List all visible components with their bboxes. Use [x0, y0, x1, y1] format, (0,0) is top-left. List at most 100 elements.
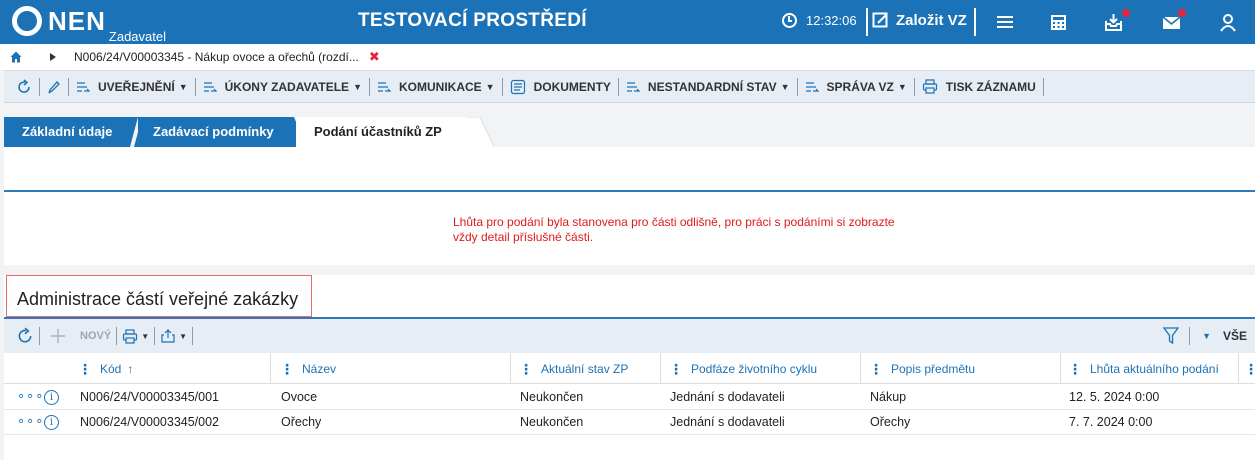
mail-badge: [1178, 9, 1186, 17]
column-label: Popis předmětu: [891, 361, 976, 376]
column-separator: [270, 353, 271, 384]
caret-down-icon[interactable]: ▼: [1202, 331, 1211, 341]
column-header-popis[interactable]: ⋮ Popis předmětu: [869, 353, 975, 384]
column-menu-icon[interactable]: ⋮: [1244, 362, 1255, 376]
cell-podfaze: Jednání s dodavateli: [670, 390, 785, 404]
column-header-lhuta[interactable]: ⋮ Lhůta aktuálního podání: [1068, 353, 1219, 384]
parts-administration-section: Administrace částí veřejné zakázky NOVÝ …: [4, 275, 1255, 460]
refresh-icon: [18, 78, 30, 93]
nen-logo[interactable]: NEN Zadavatel: [12, 6, 166, 44]
tab-label: Podání účastníků ZP: [314, 124, 442, 139]
header-divider: [974, 8, 976, 36]
toolbar-ukony-zadavatele[interactable]: ÚKONY ZADAVATELE ▼: [196, 71, 369, 102]
tab-label: Základní údaje: [22, 124, 113, 139]
sort-asc-icon: ↑: [127, 361, 134, 376]
caret-down-icon: ▼: [178, 81, 188, 92]
calculator-icon[interactable]: [1048, 12, 1070, 32]
table-row[interactable]: ∘∘∘ i N006/24/V00003345/001 Ovoce Neukon…: [4, 385, 1255, 410]
home-icon[interactable]: [10, 51, 22, 63]
menu-icon[interactable]: [995, 12, 1017, 32]
info-icon[interactable]: i: [44, 390, 59, 405]
column-menu-icon[interactable]: ⋮: [669, 362, 683, 376]
tab-podani-ucastniku[interactable]: Podání účastníků ZP: [296, 117, 466, 147]
column-menu-icon[interactable]: ⋮: [280, 362, 294, 376]
tab-label: Zadávací podmínky: [153, 124, 274, 139]
column-header-nazev[interactable]: ⋮ Název: [280, 353, 336, 384]
toolbar-sprava-vz[interactable]: SPRÁVA VZ ▼: [798, 71, 914, 102]
list-action-icon: [377, 81, 391, 92]
list-action-icon: [77, 81, 90, 92]
column-menu-icon[interactable]: ⋮: [1068, 362, 1082, 376]
new-button[interactable]: NOVÝ: [40, 328, 116, 344]
info-icon[interactable]: i: [44, 415, 59, 430]
column-separator: [860, 353, 861, 384]
toolbar-dokumenty[interactable]: DOKUMENTY: [503, 71, 618, 102]
toolbar-nestandardni-stav[interactable]: NESTANDARDNÍ STAV ▼: [619, 71, 797, 102]
filter-all-label[interactable]: VŠE: [1223, 329, 1247, 343]
toolbar-komunikace[interactable]: KOMUNIKACE ▼: [370, 71, 502, 102]
user-icon[interactable]: [1217, 12, 1239, 32]
panel-divider: [4, 190, 1255, 192]
nen-logo-icon: [12, 6, 42, 36]
list-action-icon: [805, 81, 819, 92]
breadcrumb-item[interactable]: N006/24/V00003345 - Nákup ovoce a ořechů…: [74, 50, 359, 64]
column-separator: [660, 353, 661, 384]
tab-edge: [466, 117, 494, 147]
column-menu-icon[interactable]: ⋮: [869, 362, 883, 376]
toolbar-label: NESTANDARDNÍ STAV: [647, 79, 777, 94]
header-divider: [866, 8, 868, 36]
column-label: Aktuální stav ZP: [541, 361, 629, 376]
filter-icon[interactable]: [1163, 327, 1180, 345]
column-separator: [1060, 353, 1061, 384]
tab-edge: [134, 117, 142, 147]
caret-down-icon: ▼: [485, 81, 495, 92]
table-row[interactable]: ∘∘∘ i N006/24/V00003345/002 Ořechy Neuko…: [4, 410, 1255, 435]
column-header-stav[interactable]: ⋮ Aktuální stav ZP: [519, 353, 628, 384]
list-action-icon: [203, 81, 217, 92]
cell-nazev: Ovoce: [281, 390, 318, 404]
edit-button[interactable]: [40, 71, 68, 102]
toolbar-label: SPRÁVA VZ: [826, 79, 894, 94]
cell-lhuta: 12. 5. 2024 0:00: [1069, 390, 1160, 404]
close-breadcrumb-icon[interactable]: ✖: [369, 49, 380, 65]
column-menu-icon[interactable]: ⋮: [78, 362, 92, 376]
grid-export-button[interactable]: ▼: [155, 328, 192, 344]
caret-down-icon: ▼: [353, 81, 362, 92]
column-label: Kód: [100, 361, 122, 376]
logo-text: NEN: [48, 6, 106, 36]
grid-print-button[interactable]: ▼: [117, 328, 154, 344]
tab-zadavaci-podminky[interactable]: Zadávací podmínky: [138, 117, 294, 147]
tab-bar: Základní údaje Zadávací podmínky Podání …: [4, 117, 1255, 147]
row-actions-icon[interactable]: ∘∘∘: [17, 410, 44, 432]
notification-badge: [1122, 9, 1130, 17]
clock-icon: [782, 13, 797, 28]
cell-kod: N006/24/V00003345/002: [80, 415, 220, 429]
toolbar-divider: [1042, 77, 1044, 96]
create-vz-button[interactable]: Založit VZ: [872, 11, 967, 29]
row-actions-icon[interactable]: ∘∘∘: [17, 385, 44, 407]
toolbar-tisk-zaznamu[interactable]: TISK ZÁZNAMU: [915, 71, 1043, 102]
toolbar-label: DOKUMENTY: [533, 79, 611, 94]
section-title: Administrace částí veřejné zakázky: [6, 275, 312, 317]
caret-down-icon: ▼: [780, 81, 790, 92]
column-header-podfaze[interactable]: ⋮ Podfáze životního cyklu: [669, 353, 817, 384]
cell-lhuta: 7. 7. 2024 0:00: [1069, 415, 1153, 429]
pencil-icon: [48, 80, 60, 93]
list-action-icon: [626, 81, 640, 92]
column-header-kod[interactable]: ⋮ Kód ↑: [78, 353, 133, 384]
column-label: Lhůta aktuálního podání: [1090, 361, 1219, 376]
chevron-right-icon: [50, 53, 56, 61]
column-separator: [510, 353, 511, 384]
top-bar: NEN Zadavatel TESTOVACÍ PROSTŘEDÍ 12:32:…: [0, 0, 1255, 44]
column-options[interactable]: ⋮: [1244, 353, 1255, 384]
grid-refresh-button[interactable]: [4, 327, 39, 345]
refresh-button[interactable]: [4, 71, 39, 102]
tab-zakladni-udaje[interactable]: Základní údaje: [4, 117, 130, 147]
submissions-panel: Lhůta pro podání byla stanovena pro část…: [4, 147, 1255, 265]
toolbar-label: KOMUNIKACE: [398, 79, 482, 94]
print-icon: [922, 79, 937, 94]
column-menu-icon[interactable]: ⋮: [519, 362, 533, 376]
toolbar-uverejneni[interactable]: UVEŘEJNĚNÍ ▼: [69, 71, 195, 102]
cell-popis: Ořechy: [870, 415, 911, 429]
grid-toolbar: NOVÝ ▼ ▼ ▼ VŠE: [4, 319, 1255, 353]
